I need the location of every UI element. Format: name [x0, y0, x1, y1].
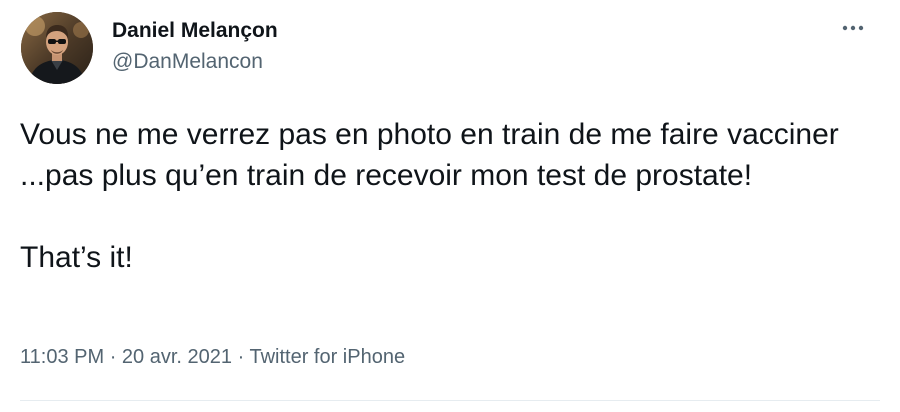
tweet-text: Vous ne me verrez pas en photo en train … — [20, 114, 880, 278]
tweet-meta: 11:03 PM · 20 avr. 2021 · Twitter for iP… — [20, 344, 405, 370]
divider — [20, 400, 880, 401]
tweet-paragraph: That’s it! — [20, 241, 133, 274]
author-handle[interactable]: @DanMelancon — [112, 49, 263, 75]
more-horizontal-icon — [842, 25, 864, 31]
tweet-time[interactable]: 11:03 PM — [20, 346, 104, 368]
tweet-date[interactable]: 20 avr. 2021 — [122, 346, 232, 368]
tweet-paragraph: Vous ne me verrez pas en photo en train … — [20, 118, 848, 192]
tweet-source[interactable]: Twitter for iPhone — [249, 346, 405, 368]
meta-separator: · — [109, 346, 117, 368]
meta-separator: · — [237, 346, 245, 368]
tweet-card: Daniel Melançon @DanMelancon Vous ne me … — [0, 0, 900, 412]
more-options-button[interactable] — [838, 16, 868, 40]
author-display-name[interactable]: Daniel Melançon — [112, 18, 278, 44]
profile-photo-icon — [21, 12, 93, 84]
avatar[interactable] — [21, 12, 93, 84]
